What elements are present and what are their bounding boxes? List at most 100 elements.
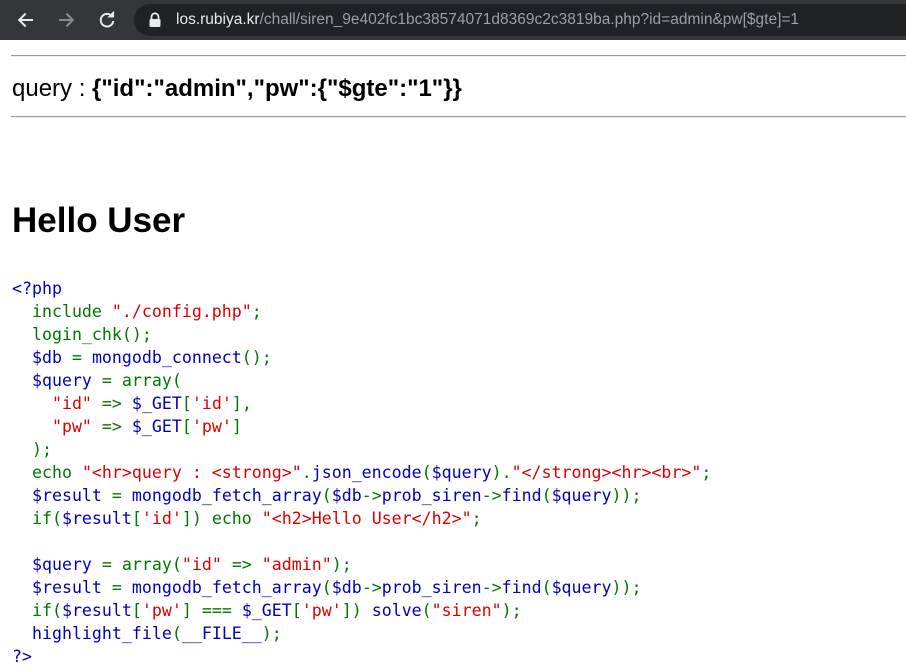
code-token: (); — [241, 348, 272, 367]
code-token: [ — [131, 601, 142, 620]
code-token: $db — [331, 578, 362, 597]
code-token: $db — [12, 348, 62, 367]
code-token: 'pw' — [191, 417, 232, 436]
code-token: prob_siren — [381, 578, 482, 597]
forward-button[interactable] — [53, 6, 81, 34]
reload-button[interactable] — [93, 6, 121, 34]
code-token: ]) echo — [181, 509, 262, 528]
code-token: ); — [331, 555, 352, 574]
code-token: [ — [131, 509, 142, 528]
code-token: mongodb_fetch_array — [131, 486, 322, 505]
code-token: $query — [12, 371, 92, 390]
code-token: "</strong><hr><br>" — [511, 463, 702, 482]
address-bar[interactable]: los.rubiya.kr/chall/siren_9e402fc1bc3857… — [134, 4, 906, 36]
code-token: [ — [181, 417, 192, 436]
code-token: echo — [12, 463, 82, 482]
code-line: if($result['id']) echo "<h2>Hello User</… — [12, 507, 711, 530]
code-token: ( — [541, 486, 552, 505]
code-token: $_GET — [241, 601, 292, 620]
code-line: $db = mongodb_connect(); — [12, 346, 711, 369]
code-line: include "./config.php"; — [12, 300, 711, 323]
code-line: $query = array("id" => "admin"); — [12, 553, 711, 576]
code-token: -> — [481, 486, 502, 505]
code-line: if($result['pw'] === $_GET['pw']) solve(… — [12, 599, 711, 622]
hello-heading: Hello User — [12, 201, 186, 240]
code-token: "id" — [12, 394, 92, 413]
forward-arrow-icon — [59, 12, 75, 28]
code-token: ( — [421, 463, 432, 482]
code-token: -> — [481, 578, 502, 597]
url-host: los.rubiya.kr — [176, 11, 260, 28]
horizontal-rule — [11, 116, 906, 118]
code-token: = — [101, 486, 132, 505]
code-token: ] — [231, 417, 242, 436]
back-arrow-icon — [17, 12, 33, 28]
code-token: 'pw' — [141, 601, 182, 620]
code-token: $query — [12, 555, 92, 574]
code-token: (); — [121, 325, 152, 344]
code-token: $_GET — [131, 394, 182, 413]
code-token: ; — [701, 463, 712, 482]
code-token: "<h2>Hello User</h2>" — [261, 509, 472, 528]
query-label: query : — [12, 75, 93, 102]
code-token: ], — [231, 394, 252, 413]
code-token: prob_siren — [381, 486, 482, 505]
code-token: include — [12, 302, 112, 321]
code-token: => — [91, 394, 132, 413]
query-json: {"id":"admin","pw":{"$gte":"1"}} — [92, 75, 462, 102]
code-token: "id" — [181, 555, 222, 574]
code-token: "./config.php" — [111, 302, 252, 321]
horizontal-rule — [11, 55, 906, 57]
url-text[interactable]: los.rubiya.kr/chall/siren_9e402fc1bc3857… — [176, 4, 799, 36]
code-token: = — [101, 578, 132, 597]
php-source-code: <?php include "./config.php"; login_chk(… — [12, 277, 711, 668]
code-token: [ — [291, 601, 302, 620]
code-token: find — [501, 578, 542, 597]
code-token: ( — [171, 624, 182, 643]
url-path: /chall/siren_9e402fc1bc38574071d8369c2c3… — [259, 11, 800, 28]
code-line: ); — [12, 438, 711, 461]
code-token: ); — [12, 440, 52, 459]
code-token: )); — [611, 486, 642, 505]
code-line: echo "<hr>query : <strong>".json_encode(… — [12, 461, 711, 484]
code-token: $db — [331, 486, 362, 505]
back-button[interactable] — [11, 6, 39, 34]
code-token: $result — [12, 578, 102, 597]
code-line: <?php — [12, 277, 711, 300]
code-token: ( — [321, 578, 332, 597]
code-token: solve — [371, 601, 422, 620]
code-token: ; — [471, 509, 482, 528]
code-line: ?> — [12, 645, 711, 668]
code-token: $query — [551, 486, 612, 505]
code-token: = array( — [91, 555, 182, 574]
lock-icon[interactable] — [148, 12, 162, 28]
code-line: $query = array( — [12, 369, 711, 392]
code-token: -> — [361, 486, 382, 505]
code-token: ); — [501, 601, 522, 620]
code-line: $result = mongodb_fetch_array($db->prob_… — [12, 576, 711, 599]
code-line: "pw" => $_GET['pw'] — [12, 415, 711, 438]
code-token: $result — [12, 486, 102, 505]
code-token: ). — [491, 463, 512, 482]
reload-icon — [99, 11, 115, 28]
code-token: find — [501, 486, 542, 505]
code-token: ] === — [181, 601, 242, 620]
code-token: => — [221, 555, 262, 574]
code-line: "id" => $_GET['id'], — [12, 392, 711, 415]
code-token: ?> — [12, 647, 32, 666]
code-token: login_chk — [12, 325, 122, 344]
code-line: highlight_file(__FILE__); — [12, 622, 711, 645]
browser-toolbar: los.rubiya.kr/chall/siren_9e402fc1bc3857… — [0, 0, 906, 40]
code-token: __FILE__ — [181, 624, 262, 643]
code-token: "pw" — [12, 417, 92, 436]
code-token: -> — [361, 578, 382, 597]
code-token: "admin" — [261, 555, 332, 574]
code-token: 'pw' — [301, 601, 342, 620]
code-token: = — [61, 348, 92, 367]
code-token: = array( — [91, 371, 182, 390]
code-token: ); — [261, 624, 282, 643]
code-token: mongodb_fetch_array — [131, 578, 322, 597]
code-token: ( — [421, 601, 432, 620]
code-token: $_GET — [131, 417, 182, 436]
